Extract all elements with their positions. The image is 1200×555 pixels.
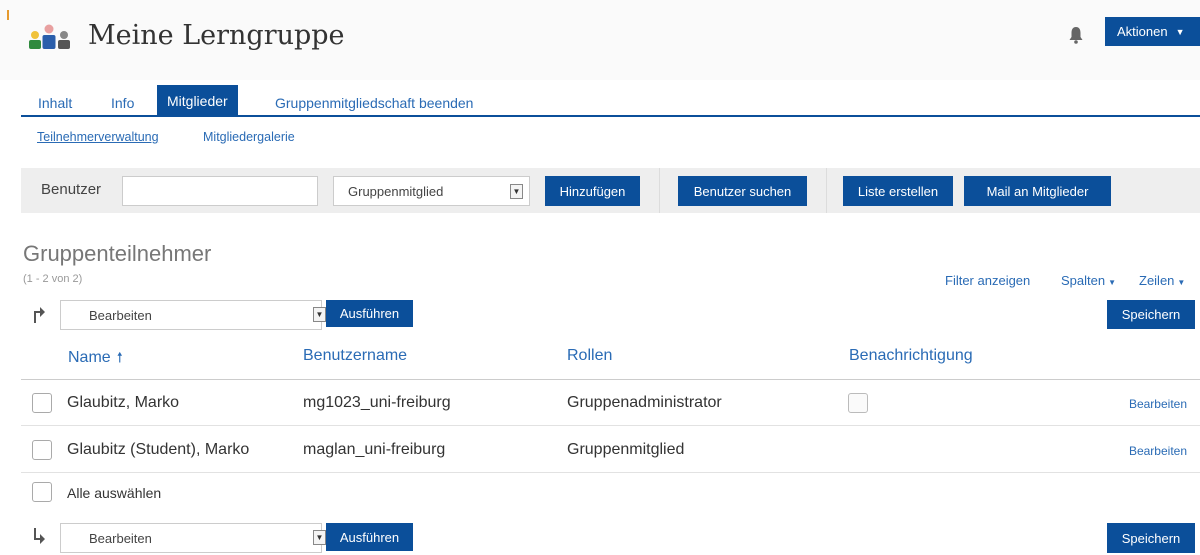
create-list-button[interactable]: Liste erstellen <box>843 176 953 206</box>
save-button-bottom[interactable]: Speichern <box>1107 523 1195 553</box>
row-checkbox[interactable] <box>32 393 52 413</box>
group-people-icon <box>29 24 70 49</box>
tab-bar: Inhalt Info Mitglieder Gruppenmitgliedsc… <box>0 84 1200 117</box>
search-users-button[interactable]: Benutzer suchen <box>678 176 807 206</box>
tab-inhalt[interactable]: Inhalt <box>28 88 82 117</box>
actions-dropdown-button[interactable]: Aktionen ▼ <box>1105 17 1200 46</box>
rows-dropdown[interactable]: Zeilen ▼ <box>1139 273 1185 288</box>
columns-dropdown[interactable]: Spalten ▼ <box>1061 273 1116 288</box>
notification-checkbox[interactable] <box>848 393 868 413</box>
action-select-value: Bearbeiten <box>89 530 152 546</box>
member-name: Glaubitz, Marko <box>67 394 180 411</box>
page: Meine Lerngruppe Aktionen ▼ Inhalt Info … <box>0 0 1200 555</box>
mail-members-button[interactable]: Mail an Mitglieder <box>964 176 1111 206</box>
columns-label: Spalten <box>1061 273 1106 288</box>
member-toolbar: Benutzer Gruppenmitglied ▼ Hinzufügen Be… <box>21 168 1200 213</box>
member-username: maglan_uni-freiburg <box>303 441 446 458</box>
dropdown-arrow-icon: ▼ <box>313 307 326 322</box>
execute-button-top[interactable]: Ausführen <box>326 300 413 327</box>
edit-link[interactable]: Bearbeiten <box>1129 397 1187 411</box>
tab-info[interactable]: Info <box>101 88 144 117</box>
tab-mitglieder[interactable]: Mitglieder <box>157 85 238 117</box>
subtab-teilnehmerverwaltung[interactable]: Teilnehmerverwaltung <box>37 130 159 144</box>
arrow-up-icon: 🠕 <box>116 349 123 365</box>
user-label: Benutzer <box>41 181 102 198</box>
action-select-value: Bearbeiten <box>89 307 152 323</box>
table-row: Glaubitz (Student), Marko maglan_uni-fre… <box>21 427 1200 473</box>
rows-label: Zeilen <box>1139 273 1175 288</box>
member-role: Gruppenmitglied <box>567 441 685 458</box>
toolbar-divider <box>659 168 660 213</box>
tab-underline <box>21 115 1200 117</box>
save-button-top[interactable]: Speichern <box>1107 300 1195 329</box>
result-count: (1 - 2 von 2) <box>23 273 83 285</box>
tab-gruppenmitgliedschaft-beenden[interactable]: Gruppenmitgliedschaft beenden <box>265 88 483 117</box>
edit-link[interactable]: Bearbeiten <box>1129 444 1187 458</box>
action-select-top[interactable]: Bearbeiten ▼ <box>60 300 326 330</box>
subtab-mitgliedergalerie[interactable]: Mitgliedergalerie <box>203 130 295 144</box>
column-header-name-label: Name <box>68 349 111 366</box>
chevron-down-icon: ▼ <box>1108 278 1117 287</box>
member-username: mg1023_uni-freiburg <box>303 394 451 411</box>
chevron-down-icon: ▼ <box>1177 278 1186 287</box>
member-role: Gruppenadministrator <box>567 394 722 411</box>
select-all-checkbox[interactable] <box>32 482 52 502</box>
row-checkbox[interactable] <box>32 440 52 460</box>
corner-marker <box>7 10 9 20</box>
column-header-name[interactable]: Name 🠕 <box>68 347 123 371</box>
action-bar-bottom: Bearbeiten ▼ Ausführen Speichern <box>21 522 1200 554</box>
arrow-turn-down-right-icon <box>34 528 45 544</box>
execute-button-bottom[interactable]: Ausführen <box>326 523 413 551</box>
action-bar-top: Bearbeiten ▼ Ausführen Speichern <box>21 299 1200 331</box>
role-select[interactable]: Gruppenmitglied ▼ <box>333 176 530 206</box>
actions-label: Aktionen <box>1117 24 1168 39</box>
table-row: Glaubitz, Marko mg1023_uni-freiburg Grup… <box>21 380 1200 426</box>
chevron-down-icon: ▼ <box>1175 26 1185 37</box>
select-all-label: Alle auswählen <box>67 485 162 501</box>
user-input[interactable] <box>122 176 318 206</box>
column-header-roles[interactable]: Rollen <box>567 347 612 365</box>
header: Meine Lerngruppe Aktionen ▼ <box>0 0 1200 80</box>
member-name: Glaubitz (Student), Marko <box>67 441 250 458</box>
column-header-notification[interactable]: Benachrichtigung <box>849 347 973 365</box>
filter-link[interactable]: Filter anzeigen <box>945 273 1030 288</box>
arrow-turn-right-icon <box>34 307 45 323</box>
dropdown-arrow-icon: ▼ <box>313 530 326 545</box>
role-select-value: Gruppenmitglied <box>348 183 444 199</box>
page-title: Meine Lerngruppe <box>88 20 345 51</box>
bell-icon[interactable] <box>1068 26 1084 44</box>
column-header-username[interactable]: Benutzername <box>303 347 407 365</box>
action-select-bottom[interactable]: Bearbeiten ▼ <box>60 523 326 553</box>
section-title: Gruppenteilnehmer <box>23 241 212 266</box>
select-all-row: Alle auswählen <box>21 474 1200 510</box>
toolbar-divider <box>826 168 827 213</box>
dropdown-arrow-icon: ▼ <box>510 184 523 199</box>
add-button[interactable]: Hinzufügen <box>545 176 640 206</box>
